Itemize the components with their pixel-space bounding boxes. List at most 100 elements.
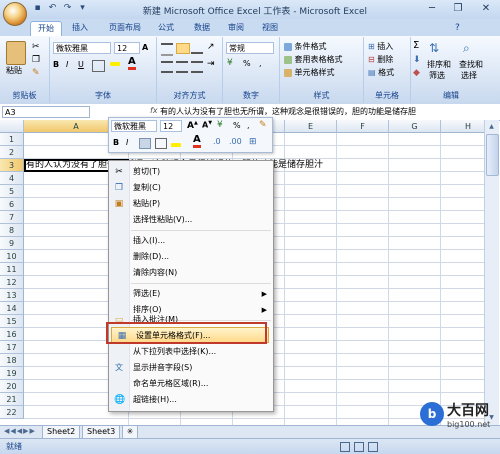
menu-item-show-pinyin[interactable]: 文显示拼音字段(S) bbox=[109, 360, 273, 376]
font-size-box[interactable]: 12 bbox=[114, 42, 140, 54]
align-middle-icon[interactable] bbox=[176, 43, 190, 54]
paste-icon[interactable] bbox=[6, 41, 26, 65]
row-header[interactable]: 2 bbox=[0, 146, 24, 159]
menu-item-pick-from-list[interactable]: 从下拉列表中选择(K)... bbox=[109, 344, 273, 360]
row-header[interactable]: 18 bbox=[0, 354, 24, 367]
menu-item-paste[interactable]: ▣ 粘贴(P) bbox=[109, 196, 273, 212]
row-header[interactable]: 8 bbox=[0, 224, 24, 237]
sort-filter-icon[interactable]: ⇅ bbox=[429, 41, 439, 55]
menu-item-clear-contents[interactable]: 清除内容(N) bbox=[109, 265, 273, 281]
normal-view-icon[interactable] bbox=[340, 442, 350, 452]
tab-home[interactable]: 开始 bbox=[30, 21, 62, 36]
office-button[interactable] bbox=[3, 2, 27, 26]
row-header[interactable]: 22 bbox=[0, 406, 24, 419]
fill-icon[interactable]: ⬇ bbox=[413, 55, 421, 65]
font-color-icon[interactable]: A bbox=[128, 57, 136, 70]
mini-percent-button[interactable]: % bbox=[233, 120, 241, 131]
comma-button[interactable]: , bbox=[259, 58, 262, 69]
tab-formulas[interactable]: 公式 bbox=[152, 21, 180, 35]
row-header[interactable]: 1 bbox=[0, 133, 24, 146]
menu-item-copy[interactable]: ❐ 复制(C) bbox=[109, 180, 273, 196]
vertical-scrollbar[interactable]: ▲ ▼ bbox=[484, 120, 499, 425]
mini-increase-decimal-icon[interactable]: .00 bbox=[229, 137, 242, 146]
format-painter-icon[interactable]: ✎ bbox=[32, 68, 40, 78]
menu-item-delete[interactable]: 删除(D)... bbox=[109, 249, 273, 265]
mini-border-icon[interactable] bbox=[155, 138, 167, 149]
paste-button[interactable]: 粘贴 bbox=[6, 65, 22, 76]
scroll-thumb[interactable] bbox=[486, 134, 499, 176]
fx-button[interactable]: fx bbox=[150, 106, 158, 115]
minimize-icon[interactable]: ─ bbox=[423, 2, 441, 15]
percent-button[interactable]: % bbox=[243, 58, 251, 69]
row-header[interactable]: 21 bbox=[0, 393, 24, 406]
save-icon[interactable]: ▪ bbox=[32, 3, 43, 14]
sort-filter-button[interactable]: 排序和 bbox=[427, 59, 451, 70]
conditional-format-button[interactable]: 条件格式 bbox=[284, 41, 327, 52]
row-header[interactable]: 9 bbox=[0, 237, 24, 250]
menu-item-cut[interactable]: ✂ 剪切(T) bbox=[109, 164, 273, 180]
tab-review[interactable]: 审阅 bbox=[222, 21, 250, 35]
font-name-box[interactable]: 微软雅黑 bbox=[53, 42, 111, 54]
align-bottom-icon[interactable] bbox=[191, 43, 203, 54]
mini-italic-button[interactable]: I bbox=[126, 137, 128, 148]
cell-styles-button[interactable]: 单元格样式 bbox=[284, 67, 335, 78]
sort-filter-button-line2[interactable]: 筛选 bbox=[429, 70, 445, 81]
mini-shrink-font-icon[interactable]: A▼ bbox=[202, 120, 212, 130]
format-cells-ribbon-button[interactable]: ▤ 格式 bbox=[368, 67, 394, 78]
align-top-icon[interactable] bbox=[161, 43, 173, 56]
find-select-button-line2[interactable]: 选择 bbox=[461, 70, 477, 81]
mini-currency-icon[interactable]: ¥ bbox=[217, 120, 223, 130]
menu-item-paste-special[interactable]: 选择性粘贴(V)... bbox=[109, 212, 273, 228]
menu-item-insert[interactable]: 插入(I)... bbox=[109, 233, 273, 249]
mini-format-painter-icon[interactable]: ✎ bbox=[259, 120, 267, 130]
copy-icon[interactable]: ❐ bbox=[32, 55, 40, 65]
mini-font-color-icon[interactable]: A bbox=[193, 135, 201, 148]
menu-item-hyperlink[interactable]: 🌐 超链接(H)... bbox=[109, 392, 273, 408]
mini-comma-button[interactable]: , bbox=[247, 120, 250, 131]
dropdown-icon[interactable]: ▾ bbox=[77, 3, 88, 14]
row-header[interactable]: 3 bbox=[0, 159, 24, 172]
align-center-icon[interactable] bbox=[176, 61, 188, 73]
currency-icon[interactable]: ¥ bbox=[227, 58, 233, 68]
undo-icon[interactable]: ↶ bbox=[47, 3, 58, 14]
mini-size-box[interactable]: 12 bbox=[160, 120, 182, 132]
mini-decrease-decimal-icon[interactable]: .0 bbox=[213, 137, 221, 146]
autosum-button[interactable]: Σ bbox=[413, 40, 419, 51]
row-header[interactable]: 10 bbox=[0, 250, 24, 263]
italic-button[interactable]: I bbox=[66, 59, 68, 70]
mini-font-box[interactable]: 微软雅黑 bbox=[111, 120, 157, 132]
row-header[interactable]: 15 bbox=[0, 315, 24, 328]
cut-icon[interactable]: ✂ bbox=[32, 42, 40, 52]
sheet-nav-icon[interactable]: ◀◀◀▶▶ bbox=[4, 427, 36, 435]
find-select-button[interactable]: 查找和 bbox=[459, 59, 483, 70]
row-header[interactable]: 17 bbox=[0, 341, 24, 354]
underline-button[interactable]: U bbox=[78, 59, 84, 70]
page-layout-view-icon[interactable] bbox=[354, 442, 364, 452]
find-select-icon[interactable]: ⌕ bbox=[463, 41, 470, 56]
name-box[interactable]: A3 bbox=[2, 106, 90, 118]
align-right-icon[interactable] bbox=[191, 61, 203, 73]
row-header[interactable]: 5 bbox=[0, 185, 24, 198]
mini-grow-font-icon[interactable]: A▲ bbox=[187, 120, 198, 131]
tab-insert[interactable]: 插入 bbox=[66, 21, 94, 35]
row-header[interactable]: 13 bbox=[0, 289, 24, 302]
tab-page-layout[interactable]: 页面布局 bbox=[103, 21, 147, 35]
mini-bold-button[interactable]: B bbox=[113, 137, 119, 148]
fill-color-icon[interactable] bbox=[110, 59, 120, 69]
row-header[interactable]: 12 bbox=[0, 276, 24, 289]
select-all-corner[interactable] bbox=[0, 120, 24, 133]
row-header[interactable]: 7 bbox=[0, 211, 24, 224]
orientation-icon[interactable]: ↗ bbox=[207, 42, 215, 52]
border-icon[interactable] bbox=[92, 60, 105, 72]
column-header-e[interactable]: E bbox=[285, 120, 337, 133]
scroll-up-icon[interactable]: ▲ bbox=[486, 121, 497, 132]
clear-icon[interactable]: ◆ bbox=[413, 68, 420, 78]
grow-font-button[interactable]: A bbox=[142, 42, 148, 53]
restore-icon[interactable]: ❐ bbox=[449, 2, 467, 15]
redo-icon[interactable]: ↷ bbox=[62, 3, 73, 14]
row-header[interactable]: 14 bbox=[0, 302, 24, 315]
row-header[interactable]: 11 bbox=[0, 263, 24, 276]
close-icon[interactable]: ✕ bbox=[477, 2, 495, 15]
mini-center-icon[interactable] bbox=[139, 138, 151, 149]
align-left-icon[interactable] bbox=[161, 61, 173, 73]
